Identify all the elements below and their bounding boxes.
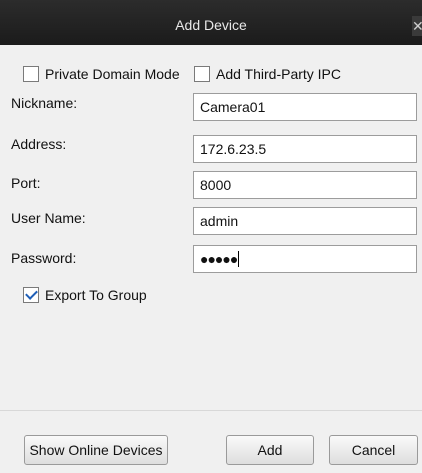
export-to-group-label: Export To Group — [45, 287, 147, 303]
nickname-label: Nickname: — [11, 95, 78, 111]
third-party-ipc-option[interactable]: Add Third-Party IPC — [194, 66, 341, 82]
cancel-button[interactable]: Cancel — [329, 435, 418, 465]
show-online-devices-button[interactable]: Show Online Devices — [24, 435, 168, 465]
title-bar: Add Device ✕ — [0, 0, 422, 45]
password-label: Password: — [11, 250, 77, 266]
close-button[interactable]: ✕ — [412, 16, 422, 36]
private-domain-label: Private Domain Mode — [45, 66, 180, 82]
button-bar: Show Online Devices Add Cancel — [0, 410, 422, 473]
private-domain-checkbox[interactable] — [23, 66, 39, 82]
username-field[interactable] — [193, 207, 417, 235]
add-button[interactable]: Add — [226, 435, 314, 465]
port-field[interactable] — [193, 171, 417, 199]
private-domain-option[interactable]: Private Domain Mode — [23, 66, 180, 82]
address-field[interactable] — [193, 135, 417, 163]
text-caret — [238, 251, 240, 267]
nickname-field[interactable] — [193, 93, 417, 121]
add-device-dialog: Add Device ✕ Private Domain Mode Add Thi… — [0, 0, 422, 473]
export-to-group-option[interactable]: Export To Group — [23, 287, 147, 303]
password-field[interactable]: ●●●●● — [193, 245, 417, 273]
port-label: Port: — [11, 175, 41, 191]
export-to-group-checkbox[interactable] — [23, 287, 39, 303]
close-icon: ✕ — [412, 18, 422, 34]
form-area: Private Domain Mode Add Third-Party IPC … — [0, 45, 422, 410]
address-label: Address: — [11, 136, 67, 152]
third-party-ipc-checkbox[interactable] — [194, 66, 210, 82]
username-label: User Name: — [11, 210, 86, 226]
third-party-ipc-label: Add Third-Party IPC — [216, 66, 342, 82]
dialog-title: Add Device — [175, 17, 247, 33]
password-mask: ●●●●● — [200, 251, 238, 267]
